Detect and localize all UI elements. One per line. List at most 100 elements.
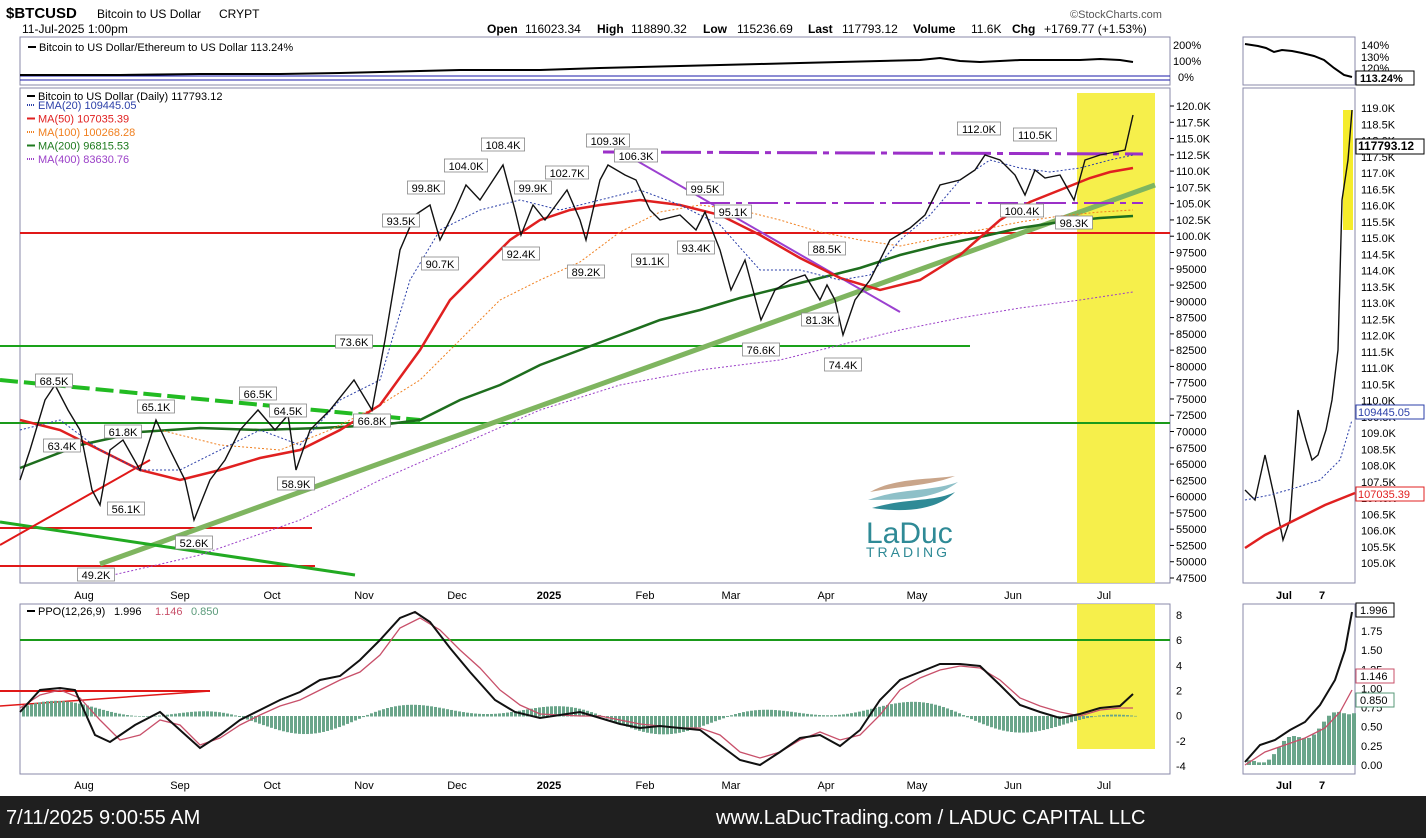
ppo-hist-bar xyxy=(502,713,505,717)
ppo-hist-bar xyxy=(1130,715,1133,717)
ppo-hist-bar xyxy=(794,712,797,717)
ppo-hist-bar xyxy=(822,715,825,717)
y-tick-label: 102.5K xyxy=(1176,215,1212,227)
price-annotation: 104.0K xyxy=(449,161,485,173)
ppo-hist-bar xyxy=(826,715,829,717)
ppo-mini-y-tick-label: 0.00 xyxy=(1361,760,1382,772)
ppo-hist-bar xyxy=(114,712,117,717)
y-tick-label: 100.0K xyxy=(1176,231,1212,243)
y-tick-label: 95000 xyxy=(1176,264,1207,276)
ppo-hist-bar xyxy=(938,705,941,717)
ppo-hist-bar xyxy=(1030,716,1033,733)
ppo-hist-bar xyxy=(138,716,141,717)
ppo-hist-bar xyxy=(1102,715,1105,717)
price-annotation: 92.4K xyxy=(507,249,536,261)
price-annotation: 88.5K xyxy=(813,244,842,256)
ppo-hist-bar xyxy=(274,716,277,730)
ppo-hist-bar xyxy=(406,704,409,717)
ppo-hist-bar xyxy=(166,714,169,717)
x-axis-label: Aug xyxy=(74,590,94,602)
ppo-hist-bar xyxy=(230,714,233,717)
price-annotation: 56.1K xyxy=(112,504,141,516)
ppo-hist-bar xyxy=(786,711,789,717)
ppo-hist-bar xyxy=(206,711,209,717)
ppo-hist-bar xyxy=(998,716,1001,730)
price-annotation: 64.5K xyxy=(274,406,303,418)
ppo-hist-bar xyxy=(238,716,241,718)
ppo-hist-bar xyxy=(74,702,77,717)
mini-y-tick-label: 111.5K xyxy=(1361,347,1395,359)
ppo-hist-bar xyxy=(366,714,369,717)
ppo-hist-bar xyxy=(966,716,969,718)
ppo-hist-bar xyxy=(182,712,185,717)
price-annotation: 95.1K xyxy=(719,207,748,219)
ppo-mini-y-tick-label: 1.50 xyxy=(1361,645,1382,657)
ppo-hist-bar xyxy=(742,712,745,717)
y-tick-label: 110.0K xyxy=(1176,166,1211,178)
ppo-hist-bar xyxy=(170,714,173,717)
ppo-hist-bar xyxy=(306,716,309,735)
ppo-hist-bar xyxy=(678,716,681,733)
ppo-hist-bar xyxy=(814,714,817,717)
ppo-hist-bar xyxy=(346,716,349,724)
ppo-hist-bar xyxy=(894,703,897,717)
legend-item: EMA(20) 109445.05 xyxy=(38,100,136,112)
y-tick-label: 75000 xyxy=(1176,394,1207,406)
ppo-hist-bar xyxy=(834,715,837,717)
ppo-hist-bar xyxy=(418,704,421,717)
ppo-hist-bar xyxy=(494,713,497,717)
last-price-badge: 117793.12 xyxy=(1358,139,1414,153)
mini-y-tick-label: 110.5K xyxy=(1361,379,1396,391)
ppo-mini-hist-bar xyxy=(1342,713,1346,765)
ratio-mini-panel: 140% 130% 120% 113.24% xyxy=(1242,36,1415,86)
ppo-hist-bar xyxy=(842,714,845,717)
mini-y-tick-label: 114.5K xyxy=(1361,249,1396,261)
ppo-hist-bar xyxy=(226,713,229,717)
mini-y-tick-label: 108.5K xyxy=(1361,444,1397,456)
price-annotation: 58.9K xyxy=(282,479,311,491)
price-annotation: 66.8K xyxy=(358,416,387,428)
ppo-hist-bar xyxy=(1098,715,1101,717)
ppo-hist-bar xyxy=(410,704,413,717)
price-annotation: 108.4K xyxy=(486,140,522,152)
ppo-hist-bar xyxy=(1122,714,1125,717)
ppo-hist-bar xyxy=(806,713,809,717)
ratio-panel: Bitcoin to US Dollar/Ethereum to US Doll… xyxy=(19,36,1201,86)
ppo-hist-bar xyxy=(990,716,993,728)
ppo-hist-bar xyxy=(906,701,909,717)
price-annotation: 100.4K xyxy=(1005,206,1041,218)
chg-value: +1769.77 (+1.53%) xyxy=(1044,22,1147,36)
ppo-hist-bar xyxy=(986,716,989,726)
ppo-y-tick-label: -4 xyxy=(1176,761,1186,773)
price-annotation: 93.4K xyxy=(682,243,711,255)
x-axis-label: Dec xyxy=(447,780,467,792)
ppo-hist-bar xyxy=(1110,714,1113,717)
ratio-mini-tick: 140% xyxy=(1361,40,1389,52)
x-axis-label: Oct xyxy=(263,590,280,602)
ppo-hist-bar xyxy=(734,714,737,717)
ppo-hist-bar xyxy=(1086,716,1089,719)
ppo-hist-bar xyxy=(314,716,317,734)
ppo-hist-bar xyxy=(58,700,61,717)
price-annotation: 63.4K xyxy=(48,441,77,453)
ppo-hist-bar xyxy=(62,701,65,717)
ppo-hist-bar xyxy=(1126,715,1129,717)
ppo-mini-hist-bar xyxy=(1292,736,1296,765)
mini-y-tick-label: 105.5K xyxy=(1361,542,1397,554)
ppo-hist-bar xyxy=(466,712,469,717)
ppo-legend-hist: 0.850 xyxy=(191,606,219,618)
ppo-hist-bar xyxy=(158,715,161,717)
ratio-legend: Bitcoin to US Dollar/Ethereum to US Doll… xyxy=(39,42,293,54)
ppo-hist-bar xyxy=(414,704,417,717)
y-tick-label: 90000 xyxy=(1176,296,1207,308)
ppo-hist-bar xyxy=(950,709,953,717)
legend-item: MA(200) 96815.53 xyxy=(38,141,129,153)
y-tick-label: 80000 xyxy=(1176,361,1207,373)
low-value: 115236.69 xyxy=(737,22,793,36)
ppo-hist-bar xyxy=(270,716,273,728)
price-annotation: 76.6K xyxy=(747,345,776,357)
ppo-mini-y-tick-label: 0.25 xyxy=(1361,741,1382,753)
x-axis-label: Mar xyxy=(722,780,741,792)
ppo-hist-bar xyxy=(450,709,453,717)
ppo-hist-bar xyxy=(178,713,181,717)
